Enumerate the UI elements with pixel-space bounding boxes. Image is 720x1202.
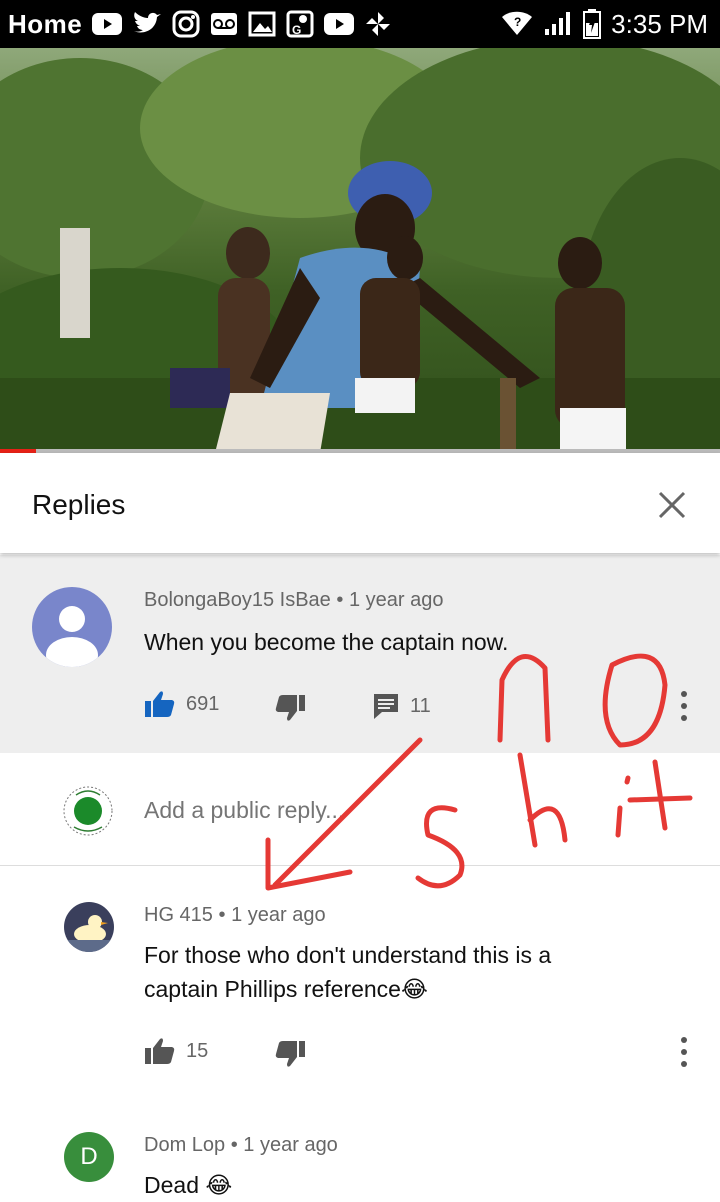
thumbs-down-icon	[275, 695, 305, 721]
duck-avatar-icon	[64, 902, 114, 952]
voicemail-icon	[210, 12, 238, 36]
comment-text-line: captain Phillips reference😂	[144, 976, 428, 1002]
svg-text:G: G	[292, 23, 301, 37]
meta-separator: •	[336, 589, 344, 611]
avatar[interactable]: D	[64, 1132, 114, 1182]
reply-button[interactable]: 11	[372, 692, 431, 720]
comment-time: 1 year ago	[231, 904, 326, 926]
parent-comment: BolongaBoy15 IsBae • 1 year ago When you…	[0, 555, 720, 753]
default-avatar-icon	[46, 606, 98, 667]
reply-count: 11	[410, 694, 431, 717]
status-bar: Home G ? 3:35 PM	[0, 0, 720, 48]
comment-icon	[374, 694, 398, 719]
thumbs-down-icon	[275, 1041, 305, 1067]
more-options-icon[interactable]	[672, 691, 696, 721]
twitter-icon	[132, 11, 162, 37]
like-button[interactable]: 691	[144, 690, 219, 718]
comment-author[interactable]: HG 415	[144, 904, 213, 926]
like-count: 15	[186, 1039, 209, 1062]
thumbs-up-icon	[145, 1038, 175, 1064]
meta-separator: •	[230, 1134, 238, 1156]
youtube-icon	[324, 13, 355, 35]
reply-box	[0, 753, 720, 866]
dislike-button[interactable]	[274, 1040, 306, 1068]
comment-time: 1 year ago	[348, 589, 444, 611]
instagram-icon	[172, 10, 200, 38]
status-time: 3:35 PM	[611, 8, 708, 39]
comment-text: When you become the captain now.	[144, 629, 509, 655]
avatar[interactable]	[32, 587, 112, 667]
dislike-button[interactable]	[274, 694, 306, 722]
more-options-icon[interactable]	[672, 1037, 696, 1067]
close-button[interactable]	[650, 483, 694, 527]
comment-meta: HG 415 • 1 year ago	[144, 904, 326, 927]
meta-separator: •	[218, 904, 226, 926]
svg-text:?: ?	[514, 15, 521, 29]
comment-text: For those who don't understand this is a…	[144, 938, 551, 1006]
home-label: Home	[8, 8, 83, 39]
maps-icon: G	[286, 10, 314, 38]
video-player[interactable]	[0, 48, 720, 453]
comment-author[interactable]: Dom Lop	[144, 1134, 225, 1156]
like-count: 691	[186, 692, 220, 715]
comment-text: Dead 😂	[144, 1172, 233, 1198]
comment-meta: Dom Lop • 1 year ago	[144, 1134, 338, 1157]
replies-header: Replies	[0, 453, 720, 553]
wifi-icon: ?	[501, 11, 533, 37]
signal-icon	[543, 11, 573, 37]
thumbs-up-icon	[145, 691, 175, 717]
list-item: D Dom Lop • 1 year ago Dead 😂	[0, 1110, 720, 1198]
battery-icon	[583, 9, 602, 39]
close-icon	[658, 491, 686, 519]
like-button[interactable]: 15	[144, 1037, 208, 1065]
replies-title: Replies	[32, 489, 126, 520]
user-avatar-icon	[63, 786, 113, 836]
youtube-icon	[92, 13, 123, 35]
avatar[interactable]	[60, 783, 116, 839]
comment-text-line: For those who don't understand this is a	[144, 942, 552, 968]
video-frame	[0, 48, 720, 453]
comment-time: 1 year ago	[243, 1134, 338, 1156]
gallery-icon	[248, 11, 276, 37]
list-item: HG 415 • 1 year ago For those who don't …	[0, 866, 720, 1096]
comment-meta: BolongaBoy15 IsBae • 1 year ago	[144, 589, 443, 612]
avatar[interactable]	[64, 902, 114, 952]
pinwheel-icon	[364, 10, 392, 38]
comment-author[interactable]: BolongaBoy15 IsBae	[144, 589, 331, 611]
reply-input[interactable]	[144, 797, 644, 824]
